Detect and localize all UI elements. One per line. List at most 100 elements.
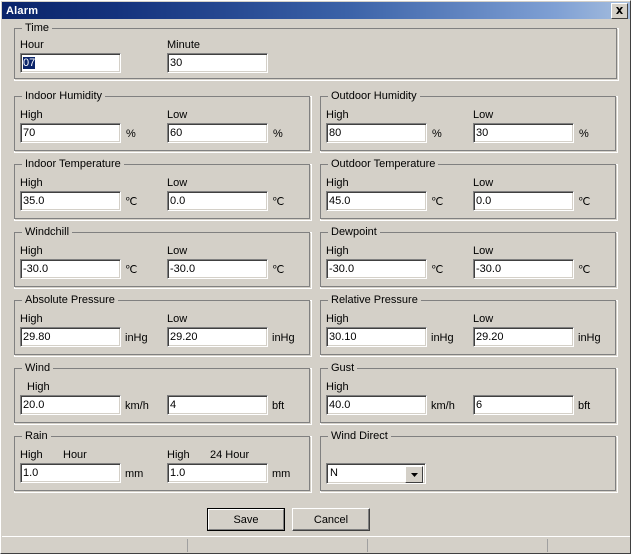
status-bar-divider xyxy=(367,539,368,552)
indoor-humidity-low-input[interactable]: 60 xyxy=(167,123,268,143)
close-icon xyxy=(616,6,623,14)
group-dewpoint: Dewpoint High -30.0 ℃ Low -30.0 ℃ xyxy=(320,227,618,289)
group-indoor-humidity-title: Indoor Humidity xyxy=(22,91,106,102)
absolute-pressure-low-unit: inHg xyxy=(272,332,295,344)
outdoor-temperature-high-input[interactable]: 45.0 xyxy=(326,191,427,211)
group-gust: Gust High 40.0 km/h 6 bft xyxy=(320,363,618,425)
indoor-temperature-low-unit: ℃ xyxy=(272,196,285,208)
minute-label: Minute xyxy=(167,39,201,51)
group-relative-pressure: Relative Pressure High 30.10 inHg Low 29… xyxy=(320,295,618,357)
windchill-low-unit: ℃ xyxy=(272,264,285,276)
rain-24hour-unit: mm xyxy=(272,468,291,480)
outdoor-temperature-high-unit: ℃ xyxy=(431,196,444,208)
indoor-temperature-low-input[interactable]: 0.0 xyxy=(167,191,268,211)
group-time-title: Time xyxy=(22,23,53,34)
gust-beaufort-input[interactable]: 6 xyxy=(473,395,574,415)
gust-beaufort-unit: bft xyxy=(578,400,591,412)
wind-speed-input[interactable]: 20.0 xyxy=(20,395,121,415)
group-absolute-pressure: Absolute Pressure High 29.80 inHg Low 29… xyxy=(14,295,312,357)
windchill-low-input[interactable]: -30.0 xyxy=(167,259,268,279)
relative-pressure-high-label: High xyxy=(326,313,349,325)
group-windchill: Windchill High -30.0 ℃ Low -30.0 ℃ xyxy=(14,227,312,289)
indoor-humidity-high-label: High xyxy=(20,109,43,121)
gust-speed-unit: km/h xyxy=(431,400,455,412)
windchill-high-unit: ℃ xyxy=(125,264,138,276)
title-bar[interactable]: Alarm xyxy=(2,2,630,19)
group-relative-pressure-title: Relative Pressure xyxy=(328,295,421,306)
outdoor-temperature-low-input[interactable]: 0.0 xyxy=(473,191,574,211)
outdoor-humidity-high-label: High xyxy=(326,109,349,121)
relative-pressure-low-input[interactable]: 29.20 xyxy=(473,327,574,347)
cancel-button[interactable]: Cancel xyxy=(292,508,370,531)
group-absolute-pressure-title: Absolute Pressure xyxy=(22,295,118,306)
wind-beaufort-input[interactable]: 4 xyxy=(167,395,268,415)
group-wind: Wind High 20.0 km/h 4 bft xyxy=(14,363,312,425)
group-time: Time Hour 07 Minute 30 xyxy=(14,23,619,81)
gust-speed-input[interactable]: 40.0 xyxy=(326,395,427,415)
rain-24hour-period-label: 24 Hour xyxy=(210,449,250,461)
outdoor-humidity-low-input[interactable]: 30 xyxy=(473,123,574,143)
hour-input-value: 07 xyxy=(23,57,36,69)
indoor-temperature-high-unit: ℃ xyxy=(125,196,138,208)
gust-high-label: High xyxy=(326,381,349,393)
relative-pressure-high-input[interactable]: 30.10 xyxy=(326,327,427,347)
minute-input[interactable]: 30 xyxy=(167,53,268,73)
outdoor-temperature-low-label: Low xyxy=(473,177,494,189)
group-indoor-temperature-title: Indoor Temperature xyxy=(22,159,124,170)
rain-hour-period-label: Hour xyxy=(63,449,87,461)
absolute-pressure-low-input[interactable]: 29.20 xyxy=(167,327,268,347)
rain-hour-unit: mm xyxy=(125,468,144,480)
save-button[interactable]: Save xyxy=(207,508,285,531)
group-wind-direct-title: Wind Direct xyxy=(328,431,391,442)
windchill-high-input[interactable]: -30.0 xyxy=(20,259,121,279)
indoor-humidity-low-unit: % xyxy=(273,128,283,140)
hour-label: Hour xyxy=(20,39,44,51)
indoor-humidity-low-label: Low xyxy=(167,109,188,121)
window-title: Alarm xyxy=(6,4,39,17)
rain-hour-input[interactable]: 1.0 xyxy=(20,463,121,483)
indoor-temperature-high-label: High xyxy=(20,177,43,189)
indoor-humidity-high-input[interactable]: 70 xyxy=(20,123,121,143)
indoor-temperature-high-input[interactable]: 35.0 xyxy=(20,191,121,211)
group-outdoor-humidity-title: Outdoor Humidity xyxy=(328,91,420,102)
chevron-down-icon xyxy=(410,472,418,477)
status-bar xyxy=(2,536,630,553)
title-bar-buttons xyxy=(611,2,630,19)
dewpoint-high-input[interactable]: -30.0 xyxy=(326,259,427,279)
group-outdoor-temperature: Outdoor Temperature High 45.0 ℃ Low 0.0 … xyxy=(320,159,618,221)
absolute-pressure-low-label: Low xyxy=(167,313,188,325)
rain-24hour-input[interactable]: 1.0 xyxy=(167,463,268,483)
outdoor-humidity-high-input[interactable]: 80 xyxy=(326,123,427,143)
absolute-pressure-high-input[interactable]: 29.80 xyxy=(20,327,121,347)
dewpoint-low-input[interactable]: -30.0 xyxy=(473,259,574,279)
alarm-dialog-window: Alarm Time Hour 07 Minute 30 Indoor Humi… xyxy=(0,0,631,554)
absolute-pressure-high-label: High xyxy=(20,313,43,325)
dialog-client-area: Time Hour 07 Minute 30 Indoor Humidity H… xyxy=(2,19,630,536)
windchill-low-label: Low xyxy=(167,245,188,257)
relative-pressure-low-unit: inHg xyxy=(578,332,601,344)
group-dewpoint-title: Dewpoint xyxy=(328,227,380,238)
status-bar-divider xyxy=(547,539,548,552)
wind-direct-selected-value: N xyxy=(330,467,338,479)
wind-direct-select[interactable]: N xyxy=(326,463,426,484)
relative-pressure-low-label: Low xyxy=(473,313,494,325)
outdoor-humidity-low-label: Low xyxy=(473,109,494,121)
cancel-button-label: Cancel xyxy=(313,513,349,526)
indoor-temperature-low-label: Low xyxy=(167,177,188,189)
dewpoint-low-unit: ℃ xyxy=(578,264,591,276)
relative-pressure-high-unit: inHg xyxy=(431,332,454,344)
rain-24hour-high-label: High xyxy=(167,449,190,461)
wind-direct-dropdown-button[interactable] xyxy=(405,466,423,483)
hour-input[interactable]: 07 xyxy=(20,53,121,73)
dewpoint-high-label: High xyxy=(326,245,349,257)
group-outdoor-temperature-title: Outdoor Temperature xyxy=(328,159,439,170)
dewpoint-low-label: Low xyxy=(473,245,494,257)
group-outdoor-humidity: Outdoor Humidity High 80 % Low 30 % xyxy=(320,91,618,153)
close-button[interactable] xyxy=(611,2,628,19)
outdoor-humidity-high-unit: % xyxy=(432,128,442,140)
windchill-high-label: High xyxy=(20,245,43,257)
group-gust-title: Gust xyxy=(328,363,358,374)
rain-hour-high-label: High xyxy=(20,449,43,461)
dewpoint-high-unit: ℃ xyxy=(431,264,444,276)
outdoor-humidity-low-unit: % xyxy=(579,128,589,140)
